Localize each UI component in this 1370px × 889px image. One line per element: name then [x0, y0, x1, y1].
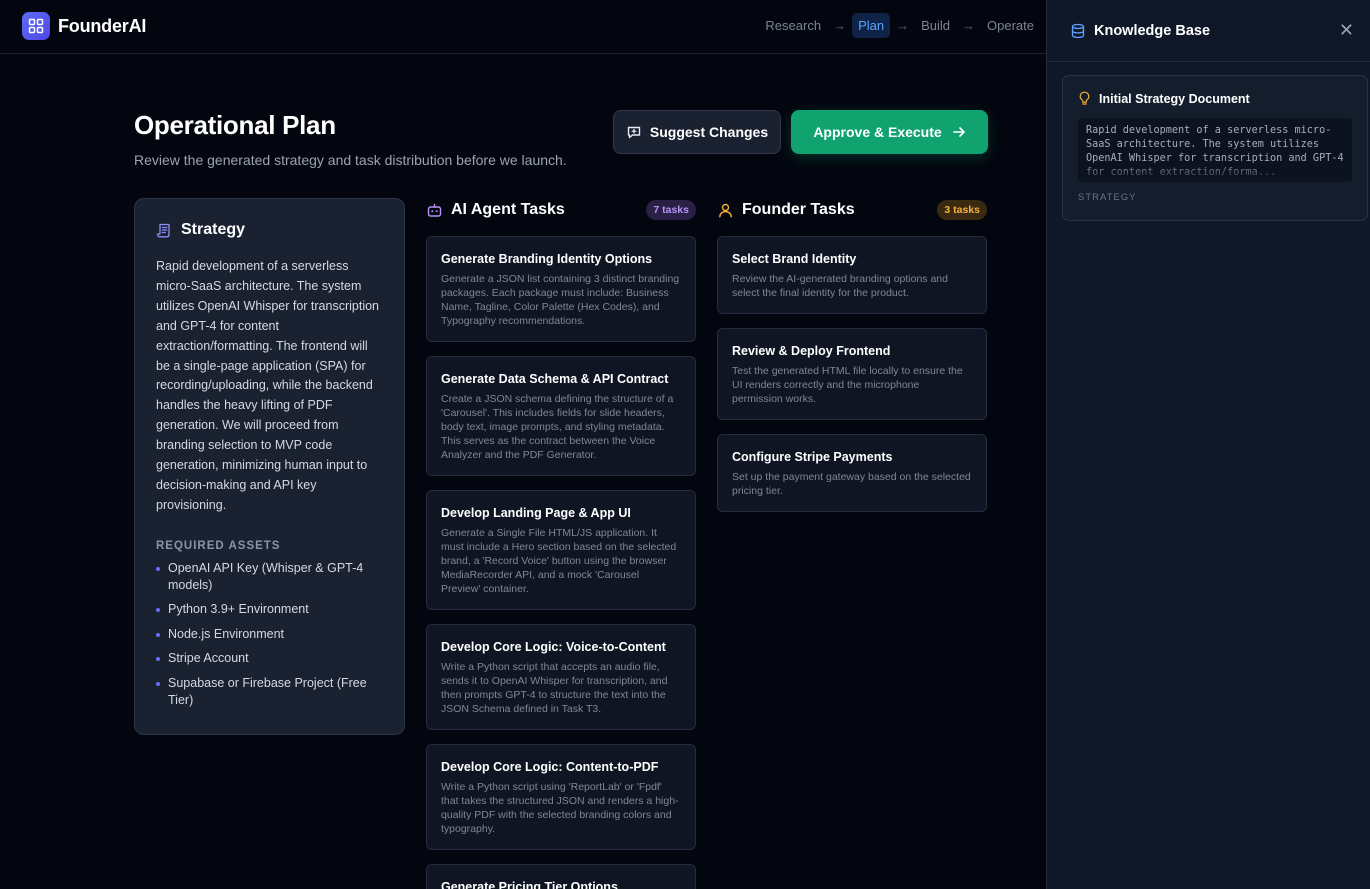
approve-execute-label: Approve & Execute: [813, 124, 942, 140]
strategy-text: Rapid development of a serverless micro-…: [156, 259, 380, 512]
plan-header: Operational Plan Review the generated st…: [134, 110, 988, 180]
approve-execute-button[interactable]: Approve & Execute: [791, 110, 988, 154]
kb-document-excerpt: Rapid development of a serverless micro-…: [1078, 118, 1352, 182]
step-build[interactable]: Build: [915, 13, 956, 38]
task-description: Create a JSON schema defining the struct…: [441, 393, 674, 461]
agent-tasks-title: AI Agent Tasks: [451, 201, 565, 218]
founder-tasks-column: Founder Tasks 3 tasks Select Brand Ident…: [717, 198, 987, 512]
step-research[interactable]: Research: [759, 13, 827, 38]
list-item: OpenAI API Key (Whisper & GPT-4 models): [156, 560, 383, 594]
logo[interactable]: FounderAI: [22, 12, 146, 40]
founder-tasks-title: Founder Tasks: [742, 201, 855, 218]
page-title: Operational Plan: [134, 110, 336, 140]
arrow-right-icon: →: [962, 18, 976, 33]
task-description: Write a Python script using 'ReportLab' …: [441, 781, 679, 835]
task-description: Generate a JSON list containing 3 distin…: [441, 273, 680, 327]
task-title: Select Brand Identity: [732, 252, 857, 266]
task-title: Develop Core Logic: Voice-to-Content: [441, 640, 666, 654]
agent-task-card[interactable]: Generate Branding Identity Options Gener…: [426, 236, 696, 342]
founder-task-card[interactable]: Review & Deploy Frontend Test the genera…: [717, 328, 987, 420]
knowledge-base-header: Knowledge Base ✕: [1047, 0, 1370, 62]
suggest-changes-label: Suggest Changes: [649, 124, 769, 140]
knowledge-base-title: Knowledge Base: [1094, 22, 1211, 39]
task-title: Configure Stripe Payments: [732, 450, 893, 464]
founder-task-card[interactable]: Select Brand Identity Review the AI-gene…: [717, 236, 987, 314]
task-title: Develop Core Logic: Content-to-PDF: [441, 760, 659, 774]
arrow-right-icon: →: [833, 18, 847, 33]
message-icon: [627, 126, 641, 139]
page-subtitle: Review the generated strategy and task d…: [134, 152, 567, 168]
founder-task-card[interactable]: Configure Stripe Payments Set up the pay…: [717, 434, 987, 512]
required-assets-label: REQUIRED ASSETS: [156, 539, 281, 552]
agent-tasks-header: AI Agent Tasks 7 tasks: [426, 198, 696, 222]
step-operate[interactable]: Operate: [981, 13, 1040, 38]
close-icon[interactable]: ✕: [1339, 20, 1354, 41]
kb-document-tag: STRATEGY: [1078, 192, 1137, 203]
knowledge-base-panel: Knowledge Base ✕ Initial Strategy Docume…: [1046, 0, 1370, 889]
arrow-right-icon: [952, 127, 965, 137]
agent-task-card[interactable]: Develop Core Logic: Voice-to-Content Wri…: [426, 624, 696, 730]
task-description: Review the AI-generated branding options…: [732, 273, 948, 299]
suggest-changes-button[interactable]: Suggest Changes: [613, 110, 781, 154]
kb-document-header: Initial Strategy Document: [1078, 91, 1352, 106]
task-title: Review & Deploy Frontend: [732, 344, 891, 358]
founder-task-count-badge: 3 tasks: [937, 200, 987, 220]
app-name: FounderAI: [58, 15, 147, 36]
agent-task-count-badge: 7 tasks: [646, 200, 696, 220]
asset-list: OpenAI API Key (Whisper & GPT-4 models) …: [156, 560, 383, 709]
agent-task-card[interactable]: Develop Landing Page & App UI Generate a…: [426, 490, 696, 610]
strategy-card: Strategy Rapid development of a serverle…: [134, 198, 405, 735]
list-item: Supabase or Firebase Project (Free Tier): [156, 675, 383, 709]
task-description: Write a Python script that accepts an au…: [441, 661, 668, 715]
kb-document-card[interactable]: Initial Strategy Document Rapid developm…: [1062, 75, 1368, 221]
list-item: Python 3.9+ Environment: [156, 601, 383, 618]
progress-steps: Research → Plan → Build → Operate: [759, 13, 1040, 38]
task-description: Set up the payment gateway based on the …: [732, 471, 971, 497]
task-description: Generate a Single File HTML/JS applicati…: [441, 527, 677, 595]
task-title: Develop Landing Page & App UI: [441, 506, 631, 520]
kb-document-title: Initial Strategy Document: [1099, 91, 1250, 106]
task-title: Generate Branding Identity Options: [441, 252, 653, 266]
agent-task-card[interactable]: Develop Core Logic: Content-to-PDF Write…: [426, 744, 696, 850]
agent-tasks-column: AI Agent Tasks 7 tasks Generate Branding…: [426, 198, 696, 889]
task-description: Test the generated HTML file locally to …: [732, 365, 963, 405]
step-plan[interactable]: Plan: [852, 13, 891, 38]
arrow-right-icon: →: [896, 18, 910, 33]
lightbulb-icon: [1079, 91, 1090, 105]
task-title: Generate Pricing Tier Options: [441, 880, 618, 889]
list-item: Node.js Environment: [156, 626, 383, 643]
list-item: Stripe Account: [156, 650, 383, 667]
agent-task-card[interactable]: Generate Data Schema & API Contract Crea…: [426, 356, 696, 476]
robot-icon: [427, 203, 442, 217]
scroll-icon: [157, 223, 170, 237]
founder-tasks-header: Founder Tasks 3 tasks: [717, 198, 987, 222]
database-icon: [1071, 23, 1085, 38]
strategy-header: Strategy: [156, 221, 383, 239]
grid-icon: [22, 12, 50, 40]
main-area: FounderAI Research → Plan → Build → Oper…: [0, 0, 1046, 889]
user-icon: [719, 203, 732, 217]
task-title: Generate Data Schema & API Contract: [441, 372, 669, 386]
agent-task-card[interactable]: Generate Pricing Tier Options: [426, 864, 696, 889]
top-bar: FounderAI Research → Plan → Build → Oper…: [0, 0, 1046, 54]
strategy-title: Strategy: [181, 221, 246, 238]
